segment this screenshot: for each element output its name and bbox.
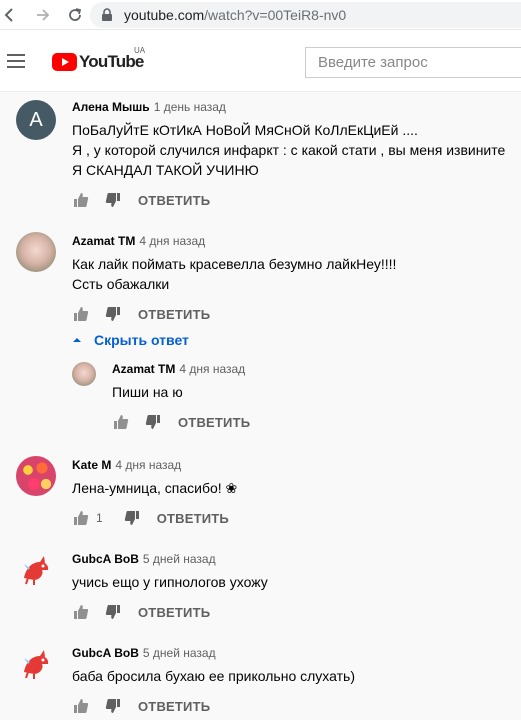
comment-time[interactable]: 4 дня назад: [139, 234, 205, 248]
comment-text: Как лайк поймать красевелла безумно лайк…: [72, 254, 396, 294]
youtube-header: YouTube UA: [0, 30, 521, 92]
logo-region: UA: [134, 46, 146, 55]
comment: Azamat TM 4 дня назад Как лайк поймать кр…: [0, 226, 521, 326]
comment-line: Как лайк поймать красевелла безумно лайк…: [72, 256, 397, 272]
avatar[interactable]: [72, 362, 96, 386]
comment-actions: ОТВЕТИТЬ: [72, 190, 210, 210]
reply-button[interactable]: ОТВЕТИТЬ: [138, 699, 210, 714]
thumbs-up-icon[interactable]: [72, 305, 90, 323]
thumbs-down-icon[interactable]: [104, 191, 122, 209]
avatar[interactable]: [16, 644, 56, 684]
comment: GubcA BoB 5 дней назад баба бросила бухаю…: [0, 638, 521, 720]
comment-author[interactable]: Azamat TM: [112, 362, 175, 376]
comment-text: Пиши на ю: [112, 382, 183, 402]
search-box[interactable]: [305, 47, 521, 78]
reply-button[interactable]: ОТВЕТИТЬ: [138, 193, 210, 208]
avatar[interactable]: A: [16, 100, 56, 140]
thumbs-down-icon[interactable]: [104, 603, 122, 621]
thumbs-up-icon[interactable]: [112, 413, 130, 431]
back-arrow-icon[interactable]: [2, 4, 18, 26]
comment-time[interactable]: 4 дня назад: [115, 458, 181, 472]
thumbs-up-icon[interactable]: [72, 191, 90, 209]
comment: A Алена Мышь 1 день назад ПоБаЛуЙтЕ кОтИк…: [0, 92, 521, 212]
comment-author[interactable]: GubcA BoB: [72, 552, 139, 566]
comment-text: учись ещо у гипнологов ухожу: [72, 572, 268, 592]
reply-button[interactable]: ОТВЕТИТЬ: [138, 605, 210, 620]
thumbs-up-icon[interactable]: [72, 603, 90, 621]
browser-toolbar: youtube.com/watch?v=00TeiR8-nv0: [0, 0, 521, 30]
dragon-icon: [24, 556, 49, 585]
logo-text: YouTube: [79, 52, 144, 71]
search-input[interactable]: [318, 54, 521, 71]
thumbs-up-icon[interactable]: [72, 697, 90, 715]
reload-icon[interactable]: [64, 4, 86, 26]
comment-line: Я , у которой случился инфаркт : с какой…: [72, 142, 506, 158]
comment-actions: ОТВЕТИТЬ: [112, 412, 250, 432]
youtube-logo[interactable]: YouTube UA: [52, 46, 145, 72]
thumbs-down-icon[interactable]: [144, 413, 162, 431]
comment-actions: ОТВЕТИТЬ: [72, 602, 210, 622]
comment-time[interactable]: 5 дней назад: [143, 646, 216, 660]
comment-line: Я СКАНДАЛ ТАКОЙ УЧИНЮ: [72, 162, 259, 178]
reply-comment: Azamat TM 4 дня назад Пиши на ю ОТВЕТИТЬ: [0, 354, 521, 434]
comment-line: баба бросила бухаю ее прикольно слухать): [72, 668, 355, 684]
comment-actions: ОТВЕТИТЬ: [72, 696, 210, 716]
avatar[interactable]: [16, 550, 56, 590]
comment-author[interactable]: Azamat TM: [72, 234, 135, 248]
menu-icon[interactable]: [7, 54, 25, 68]
comment-time[interactable]: 5 дней назад: [143, 552, 216, 566]
comment-author[interactable]: GubcA BoB: [72, 646, 139, 660]
thumbs-down-icon[interactable]: [104, 305, 122, 323]
reply-button[interactable]: ОТВЕТИТЬ: [178, 415, 250, 430]
comment-author[interactable]: Kate M: [72, 458, 111, 472]
comment-text: Лена-умница, спасибо! ❀: [72, 478, 237, 498]
comment-actions: ОТВЕТИТЬ: [72, 304, 210, 324]
comment-text: баба бросила бухаю ее прикольно слухать): [72, 666, 355, 686]
thumbs-down-icon[interactable]: [104, 697, 122, 715]
avatar[interactable]: [16, 456, 56, 496]
avatar[interactable]: [16, 232, 56, 272]
comment-time[interactable]: 1 день назад: [154, 100, 226, 114]
chevron-up-icon: [73, 338, 81, 342]
url-host: youtube.com: [124, 7, 205, 23]
like-count: 1: [96, 511, 103, 525]
hide-replies-toggle[interactable]: Скрыть ответ: [72, 332, 189, 348]
thumbs-down-icon[interactable]: [123, 509, 141, 527]
hide-replies-label: Скрыть ответ: [94, 332, 189, 348]
comment-actions: 1 ОТВЕТИТЬ: [72, 508, 229, 528]
address-bar[interactable]: youtube.com/watch?v=00TeiR8-nv0: [90, 2, 521, 28]
youtube-play-icon: [52, 53, 77, 71]
comment: Kate M 4 дня назад Лена-умница, спасибо! …: [0, 450, 521, 530]
avatar-letter: A: [29, 108, 43, 131]
url-path: /watch?v=00TeiR8-nv0: [204, 7, 347, 23]
forward-arrow-icon[interactable]: [32, 4, 54, 26]
comment-time[interactable]: 4 дня назад: [179, 362, 245, 376]
comment: GubcA BoB 5 дней назад учись ещо у гипнол…: [0, 544, 521, 624]
comment-line: учись ещо у гипнологов ухожу: [72, 574, 268, 590]
comment-text: ПоБаЛуЙтЕ кОтИкА НоВоЙ МяСнОй КоЛлЕкЦиЕй…: [72, 120, 505, 180]
comment-line: Лена-умница, спасибо! ❀: [72, 480, 238, 496]
comment-line: ПоБаЛуЙтЕ кОтИкА НоВоЙ МяСнОй КоЛлЕкЦиЕй…: [72, 122, 418, 138]
reply-button[interactable]: ОТВЕТИТЬ: [157, 511, 229, 526]
lock-icon: [102, 8, 112, 21]
dragon-icon: [24, 650, 49, 679]
comment-line: Ссть обажалки: [72, 276, 170, 292]
thumbs-up-icon[interactable]: [72, 509, 90, 527]
comment-line: Пиши на ю: [112, 384, 183, 400]
reply-button[interactable]: ОТВЕТИТЬ: [138, 307, 210, 322]
comment-author[interactable]: Алена Мышь: [72, 100, 150, 114]
